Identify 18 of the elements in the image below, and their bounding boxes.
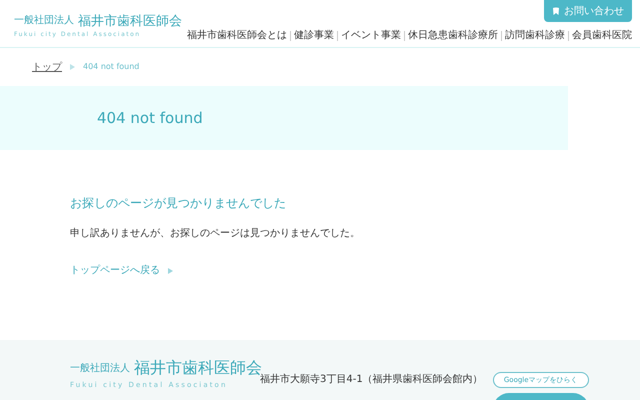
logo-prefix: 一般社団法人 <box>14 14 74 28</box>
nav-link[interactable]: イベント事業 <box>341 28 401 43</box>
logo-name: 福井市歯科医師会 <box>134 360 262 376</box>
heading: お探しのページが見つかりませんでした <box>70 195 286 212</box>
nav-link[interactable]: 会員歯科医院 <box>572 28 632 43</box>
nav-link[interactable]: 訪問歯科診療 <box>505 28 565 43</box>
breadcrumb-current: 404 not found <box>83 61 140 73</box>
nav-link[interactable]: 福井市歯科医師会とは <box>187 28 287 43</box>
breadcrumb-link[interactable]: トップ <box>32 60 62 74</box>
nav-link[interactable]: 休日急患歯科診療所 <box>408 28 498 43</box>
logo-prefix: 一般社団法人 <box>70 362 130 376</box>
message: 申し訳ありませんが、お探しのページは見つかりませんでした。 <box>70 226 360 241</box>
logo-name: 福井市歯科医師会 <box>78 15 182 28</box>
chevron-icon <box>70 64 75 70</box>
chevron-icon <box>168 268 173 274</box>
page-title: 404 not found <box>97 108 203 129</box>
nav-link[interactable]: 健診事業 <box>294 28 334 43</box>
address: 福井市大願寺3丁目4-1（福井県歯科医師会館内） <box>260 374 483 387</box>
